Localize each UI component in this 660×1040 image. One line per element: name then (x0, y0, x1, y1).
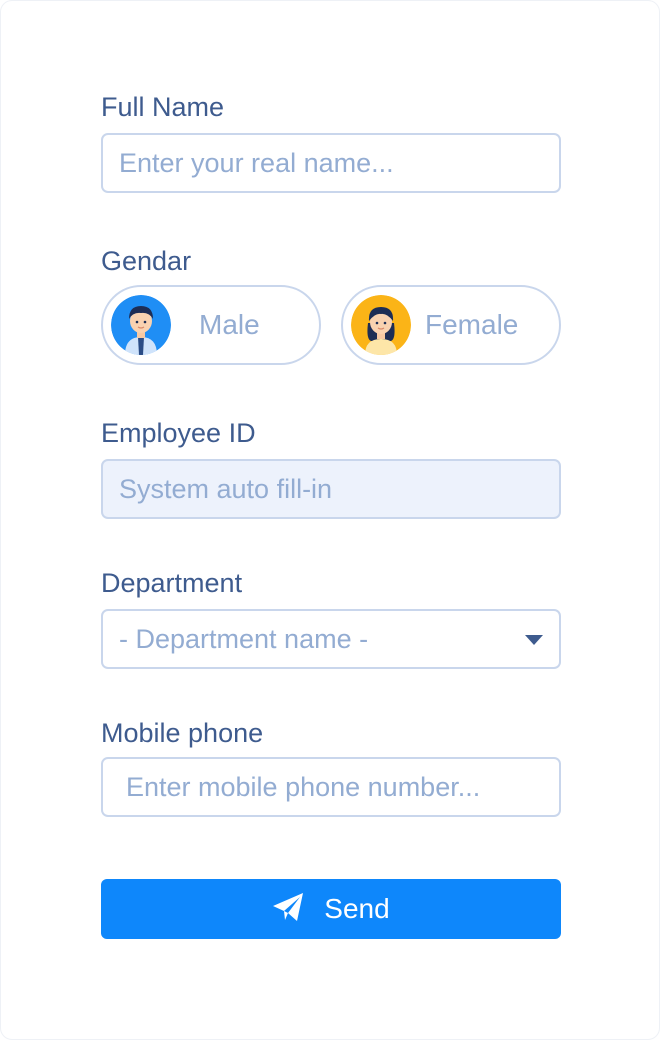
send-button[interactable]: Send (101, 879, 561, 939)
employee-id-field: System auto fill-in (101, 459, 561, 519)
form-card: Full Name Enter your real name... Gendar… (0, 0, 660, 1040)
department-select[interactable]: - Department name - (101, 609, 561, 669)
employee-id-placeholder: System auto fill-in (119, 473, 333, 504)
paper-plane-icon (272, 892, 304, 927)
send-button-label: Send (324, 893, 390, 924)
full-name-label: Full Name (101, 92, 225, 122)
mobile-phone-label: Mobile phone (101, 718, 264, 748)
gender-option-male[interactable]: Male (101, 285, 321, 365)
gender-option-female-label: Female (425, 309, 519, 340)
caret-down-icon (525, 635, 543, 645)
full-name-input[interactable]: Enter your real name... (101, 133, 561, 193)
employee-id-label: Employee ID (101, 418, 256, 448)
gender-label: Gendar (101, 246, 192, 276)
gender-option-male-label: Male (199, 309, 260, 340)
gender-option-female[interactable]: Female (341, 285, 561, 365)
department-label: Department (101, 568, 243, 598)
female-avatar-icon (351, 295, 411, 355)
mobile-phone-placeholder: Enter mobile phone number... (126, 771, 481, 802)
full-name-placeholder: Enter your real name... (119, 147, 394, 178)
mobile-phone-input[interactable]: Enter mobile phone number... (101, 757, 561, 817)
male-avatar-icon (111, 295, 171, 355)
department-placeholder: - Department name - (119, 623, 369, 654)
